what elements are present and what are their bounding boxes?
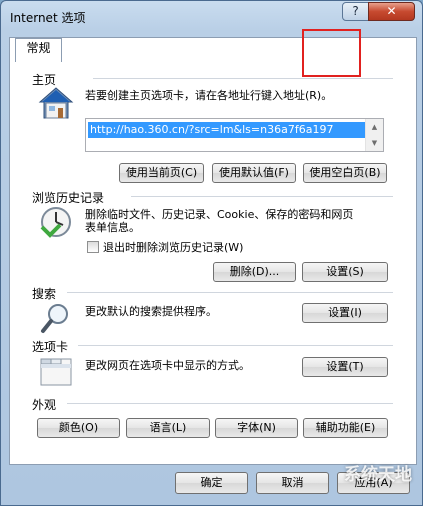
- tabs-divider: [78, 345, 393, 346]
- search-heading: 搜索: [32, 287, 57, 301]
- history-divider: [131, 196, 393, 197]
- delete-history-button[interactable]: 删除(D)...: [213, 262, 296, 282]
- window-title: Internet 选项: [10, 11, 86, 25]
- scroll-down-icon[interactable]: ▼: [366, 135, 383, 151]
- help-button[interactable]: ?: [342, 2, 369, 21]
- home-divider: [93, 78, 393, 79]
- colors-button[interactable]: 颜色(O): [37, 418, 120, 438]
- url-scrollbar[interactable]: ▲ ▼: [365, 119, 383, 151]
- ok-button[interactable]: 确定: [175, 472, 248, 494]
- appearance-heading: 外观: [32, 398, 57, 412]
- accessibility-button[interactable]: 辅助功能(E): [303, 418, 388, 438]
- delete-on-exit-label[interactable]: 退出时删除浏览历史记录(W): [103, 241, 243, 255]
- delete-on-exit-checkbox[interactable]: [87, 241, 99, 253]
- tabs-settings-button[interactable]: 设置(T): [302, 357, 388, 377]
- search-settings-button[interactable]: 设置(I): [302, 303, 388, 323]
- history-description-line1: 删除临时文件、历史记录、Cookie、保存的密码和网页: [85, 208, 354, 221]
- search-description: 更改默认的搜索提供程序。: [85, 305, 217, 318]
- close-button[interactable]: ✕: [368, 2, 415, 21]
- appearance-divider: [67, 403, 393, 404]
- home-url-field[interactable]: http://hao.360.cn/?src=lm&ls=n36a7f6a197…: [85, 118, 384, 152]
- advanced-tab-highlight: [302, 29, 361, 77]
- history-heading: 浏览历史记录: [32, 191, 105, 205]
- languages-button[interactable]: 语言(L): [126, 418, 210, 438]
- tabs-description: 更改网页在选项卡中显示的方式。: [85, 359, 250, 372]
- history-description-line2: 表单信息。: [85, 221, 140, 234]
- magnifier-icon: [41, 304, 68, 333]
- use-blank-button[interactable]: 使用空白页(B): [303, 163, 387, 183]
- title-bar[interactable]: Internet 选项 ? ✕: [1, 1, 422, 31]
- watermark: 系统天地: [344, 465, 412, 485]
- tabs-heading: 选项卡: [32, 340, 69, 354]
- history-clock-icon: [40, 207, 71, 238]
- internet-options-window: Internet 选项 ? ✕ 常规 安全 隐私 内容 连接 程序 高级 主页 …: [0, 0, 423, 506]
- history-settings-button[interactable]: 设置(S): [302, 262, 388, 282]
- house-icon: [38, 87, 74, 119]
- use-current-button[interactable]: 使用当前页(C): [119, 163, 204, 183]
- use-default-button[interactable]: 使用默认值(F): [212, 163, 296, 183]
- tabs-window-icon: [40, 358, 72, 386]
- home-description: 若要创建主页选项卡，请在各地址行键入地址(R)。: [85, 89, 333, 102]
- scroll-up-icon[interactable]: ▲: [366, 119, 383, 135]
- home-url-text[interactable]: http://hao.360.cn/?src=lm&ls=n36a7f6a197: [88, 122, 366, 138]
- cancel-button[interactable]: 取消: [256, 472, 329, 494]
- search-divider: [67, 292, 393, 293]
- fonts-button[interactable]: 字体(N): [215, 418, 298, 438]
- tab-general[interactable]: 常规: [15, 38, 62, 62]
